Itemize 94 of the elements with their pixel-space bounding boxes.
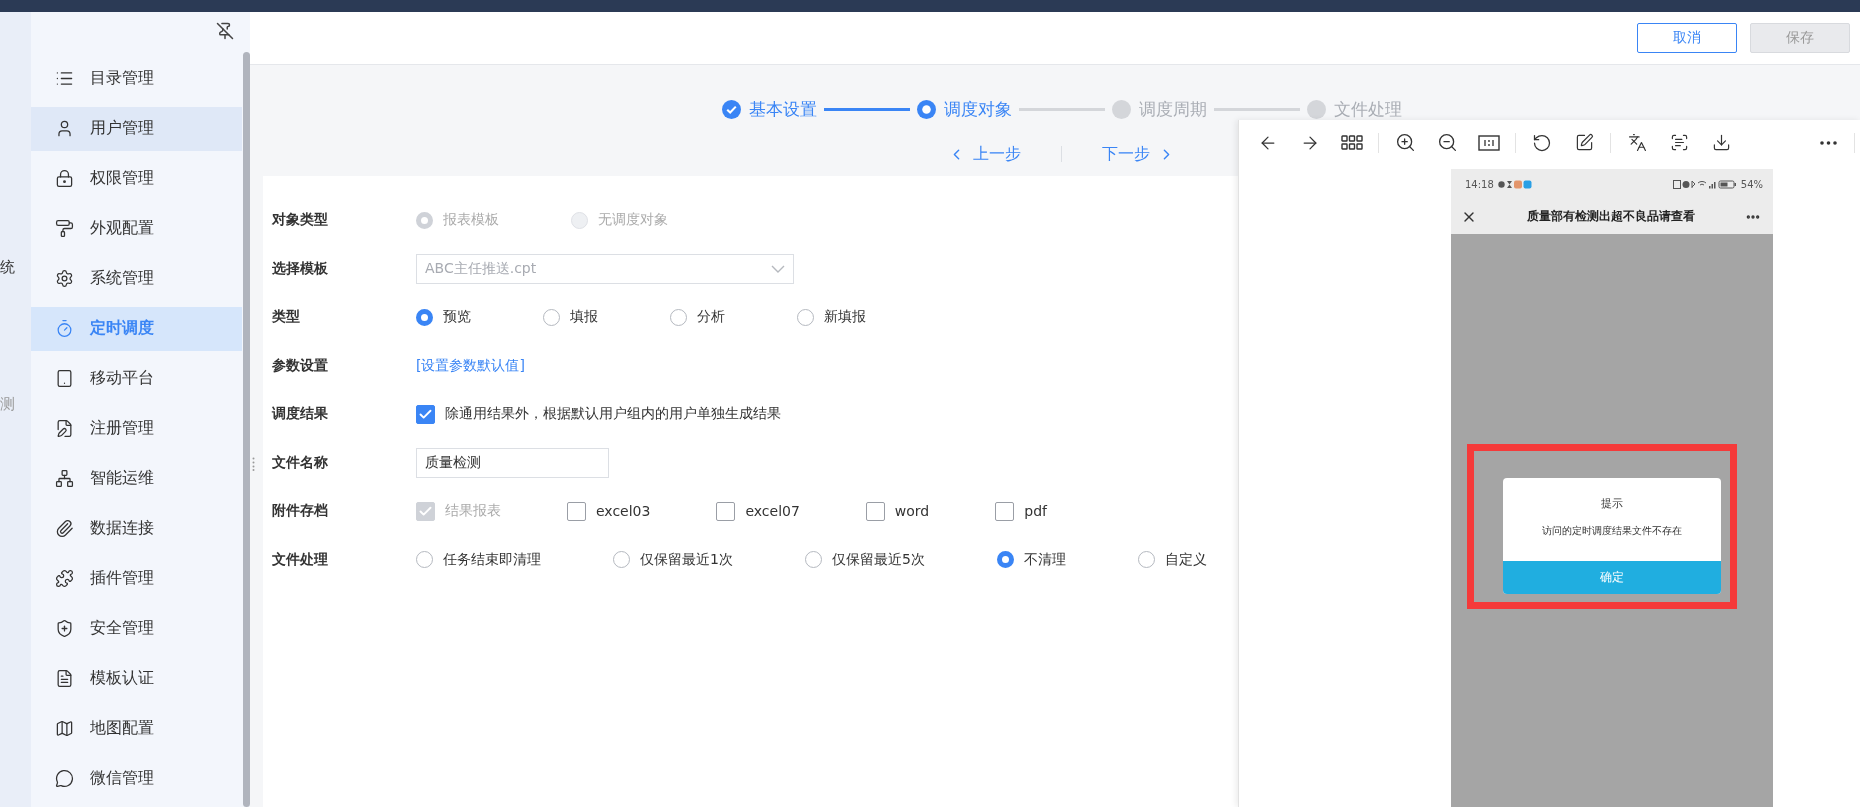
dialog-title: 提示 xyxy=(1601,496,1623,511)
sidebar-item[interactable]: 目录管理 xyxy=(31,56,242,101)
radio-option[interactable]: 分析 xyxy=(670,308,725,327)
radio-option[interactable]: 不清理 xyxy=(996,550,1066,569)
field-label: 文件名称 xyxy=(272,453,329,472)
sidebar-item[interactable]: 移动平台 xyxy=(31,356,242,401)
radio-button[interactable] xyxy=(613,551,630,569)
field-label: 文件处理 xyxy=(272,550,329,569)
radio-button[interactable] xyxy=(416,308,433,326)
scan-text-icon xyxy=(1669,133,1689,152)
dialog-message: 访问的定时调度结果文件不存在 xyxy=(1542,524,1682,538)
field-label: 类型 xyxy=(272,308,301,327)
menu-text[interactable]: 统 xyxy=(0,258,16,277)
radio-option[interactable]: 任务结束即清理 xyxy=(416,550,541,569)
radio-option[interactable]: 预览 xyxy=(416,308,471,327)
checkbox[interactable] xyxy=(865,501,885,521)
radio-option[interactable]: 填报 xyxy=(543,308,598,327)
document-icon xyxy=(55,669,74,689)
sidebar-item[interactable]: 用户管理 xyxy=(31,106,242,151)
radio-option[interactable]: 自定义 xyxy=(1137,550,1207,569)
shield-icon xyxy=(55,619,74,639)
status-time: 14:18 xyxy=(1465,178,1494,190)
user-icon xyxy=(55,119,74,139)
step-label: 调度周期 xyxy=(1138,97,1207,121)
checkbox-option[interactable]: excel07 xyxy=(716,501,800,521)
radio-option[interactable]: 仅保留最近5次 xyxy=(804,550,925,569)
radio-button[interactable] xyxy=(996,551,1014,569)
checkbox[interactable] xyxy=(716,501,736,521)
radio-option[interactable]: 新填报 xyxy=(797,308,866,327)
default-params-link[interactable]: [设置参数默认值] xyxy=(416,356,525,375)
status-icons-drawing xyxy=(1672,179,1737,189)
field-label: 附件存档 xyxy=(272,502,329,521)
field-label: 对象类型 xyxy=(272,211,329,230)
field-label: 调度结果 xyxy=(272,405,329,424)
lock-icon xyxy=(55,169,74,189)
field-label: 参数设置 xyxy=(272,356,329,375)
sidebar-item[interactable]: 注册管理 xyxy=(31,406,242,451)
radio-option[interactable]: 仅保留最近1次 xyxy=(613,550,733,569)
sidebar-item[interactable]: 外观配置 xyxy=(31,206,242,251)
sidebar-item[interactable]: 系统管理 xyxy=(31,256,242,301)
grip-icon[interactable] xyxy=(252,457,255,471)
radio-button[interactable] xyxy=(804,551,822,569)
battery-percent: 54% xyxy=(1740,178,1763,190)
checkbox-option[interactable]: 除通用结果外，根据默认用户组内的用户单独生成结果 xyxy=(416,404,781,424)
prev-step-button[interactable]: 上一步 xyxy=(908,143,1061,165)
page-title: 质量部有检测出超不良品请查看 xyxy=(1527,208,1695,225)
step-label: 文件处理 xyxy=(1333,97,1402,121)
translate-icon xyxy=(1627,133,1647,152)
sidebar-item[interactable]: 微信管理 xyxy=(31,756,242,801)
sidebar-item[interactable]: 安全管理 xyxy=(31,606,242,651)
radio-button[interactable] xyxy=(543,308,560,326)
network-icon xyxy=(55,469,74,489)
radio-button[interactable] xyxy=(416,551,433,569)
chat-icon xyxy=(55,769,74,789)
chevron-down-icon xyxy=(771,264,785,273)
download-icon xyxy=(1711,133,1731,152)
checkbox[interactable] xyxy=(567,501,586,521)
grid-icon xyxy=(1341,134,1363,151)
radio-button[interactable] xyxy=(797,308,814,326)
puzzle-icon xyxy=(55,569,74,589)
scrollbar-thumb[interactable] xyxy=(243,52,250,807)
map-icon xyxy=(55,719,74,739)
sidebar-item[interactable]: 智能运维 xyxy=(31,456,242,501)
sidebar-item[interactable]: 模板认证 xyxy=(31,656,242,701)
edit-icon xyxy=(1574,133,1594,152)
paint-roller-icon xyxy=(55,219,74,239)
zoom-in-icon xyxy=(1394,132,1416,153)
cancel-button[interactable]: 取消 xyxy=(1637,23,1737,53)
actual-size-icon xyxy=(1478,134,1500,151)
notification-icons-drawing xyxy=(1497,179,1534,189)
checkbox[interactable] xyxy=(995,501,1015,521)
step-label: 基本设置 xyxy=(748,97,817,121)
more-icon xyxy=(1819,140,1837,145)
tablet-icon xyxy=(55,369,74,389)
radio-button[interactable] xyxy=(1137,551,1155,569)
field-label: 选择模板 xyxy=(272,259,329,278)
checkbox-option[interactable]: excel03 xyxy=(567,501,651,521)
file-pen-icon xyxy=(55,419,74,439)
file-name-field[interactable]: 质量检测 xyxy=(416,447,609,478)
step-label: 调度对象 xyxy=(943,97,1012,121)
settings-icon xyxy=(55,269,74,289)
sidebar-item[interactable]: 插件管理 xyxy=(31,556,242,601)
sidebar-item[interactable]: 数据连接 xyxy=(31,506,242,551)
checkbox[interactable] xyxy=(416,404,435,424)
paperclip-icon xyxy=(55,519,74,539)
checkbox-option[interactable]: pdf xyxy=(995,501,1047,521)
unpin-icon[interactable] xyxy=(216,22,234,40)
timer-icon xyxy=(55,319,74,339)
rotate-icon xyxy=(1532,132,1552,153)
sidebar-item[interactable]: 权限管理 xyxy=(31,156,242,201)
zoom-out-icon xyxy=(1436,132,1458,153)
checkbox-option[interactable]: word xyxy=(865,501,930,521)
radio-button[interactable] xyxy=(670,308,687,326)
sidebar-item[interactable]: 地图配置 xyxy=(31,706,242,751)
